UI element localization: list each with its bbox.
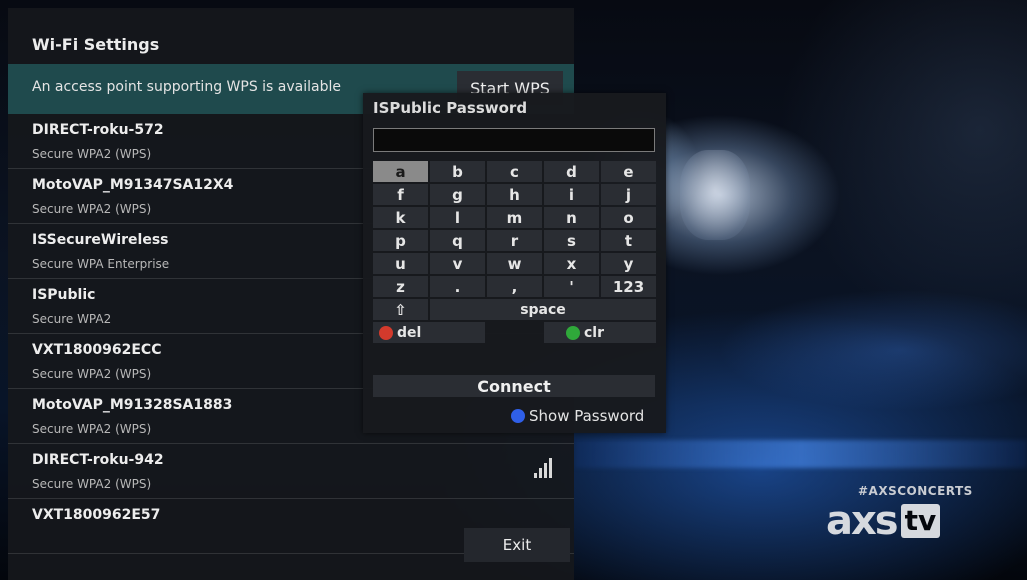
video-stage-lights: [575, 440, 1027, 468]
key-g[interactable]: g: [430, 184, 485, 205]
key-d[interactable]: d: [544, 161, 599, 182]
signal-strength-icon: [534, 458, 554, 478]
key-period[interactable]: .: [430, 276, 485, 297]
network-name: MotoVAP_M91328SA1883: [32, 397, 233, 413]
panel-title: Wi-Fi Settings: [32, 35, 160, 54]
red-button-icon: [379, 325, 393, 340]
wps-message: An access point supporting WPS is availa…: [32, 79, 341, 95]
key-k[interactable]: k: [373, 207, 428, 228]
key-x[interactable]: x: [544, 253, 599, 274]
network-name: ISSecureWireless: [32, 232, 169, 248]
network-security: Secure WPA Enterprise: [32, 257, 170, 271]
network-name: ISPublic: [32, 287, 96, 303]
key-l[interactable]: l: [430, 207, 485, 228]
key-n[interactable]: n: [544, 207, 599, 228]
channel-logo: axs tv: [826, 498, 941, 544]
key-q[interactable]: q: [430, 230, 485, 251]
key-o[interactable]: o: [601, 207, 656, 228]
network-name: DIRECT-roku-572: [32, 122, 164, 138]
show-password-toggle[interactable]: Show Password: [511, 407, 644, 425]
key-y[interactable]: y: [601, 253, 656, 274]
key-p[interactable]: p: [373, 230, 428, 251]
green-button-icon: [566, 325, 580, 340]
password-input[interactable]: [373, 128, 655, 152]
key-a[interactable]: a: [373, 161, 428, 182]
network-security: Secure WPA2: [32, 312, 112, 326]
clr-label: clr: [584, 324, 605, 341]
shift-icon[interactable]: ⇧: [373, 299, 428, 320]
key-e[interactable]: e: [601, 161, 656, 182]
key-j[interactable]: j: [601, 184, 656, 205]
network-security: Secure WPA2 (WPS): [32, 367, 152, 381]
key-s[interactable]: s: [544, 230, 599, 251]
network-name: MotoVAP_M91347SA12X4: [32, 177, 234, 193]
password-dialog: ISPublic Password abcde fghij klmno pqrst uv…: [363, 93, 666, 433]
key-u[interactable]: u: [373, 253, 428, 274]
key-c[interactable]: c: [487, 161, 542, 182]
clr-key[interactable]: clr: [544, 322, 656, 343]
logo-text: axs: [826, 498, 899, 544]
key-v[interactable]: v: [430, 253, 485, 274]
key-h[interactable]: h: [487, 184, 542, 205]
network-security: Secure WPA2 (WPS): [32, 422, 152, 436]
exit-button[interactable]: Exit: [464, 528, 570, 562]
video-face-projection: [680, 150, 750, 240]
key-z[interactable]: z: [373, 276, 428, 297]
hashtag: #AXSCONCERTS: [858, 484, 973, 498]
network-name: VXT1800962E57: [32, 507, 161, 523]
key-b[interactable]: b: [430, 161, 485, 182]
blue-button-icon: [511, 409, 525, 423]
key-123[interactable]: 123: [601, 276, 656, 297]
key-apostrophe[interactable]: ': [544, 276, 599, 297]
key-m[interactable]: m: [487, 207, 542, 228]
key-r[interactable]: r: [487, 230, 542, 251]
network-row[interactable]: DIRECT-roku-942 Secure WPA2 (WPS): [8, 444, 574, 499]
network-security: Secure WPA2 (WPS): [32, 477, 152, 491]
del-key[interactable]: del: [373, 322, 485, 343]
key-w[interactable]: w: [487, 253, 542, 274]
key-f[interactable]: f: [373, 184, 428, 205]
del-label: del: [397, 324, 422, 341]
key-t[interactable]: t: [601, 230, 656, 251]
connect-button[interactable]: Connect: [373, 375, 655, 397]
network-name: VXT1800962ECC: [32, 342, 162, 358]
space-key[interactable]: space: [430, 299, 656, 320]
key-i[interactable]: i: [544, 184, 599, 205]
key-comma[interactable]: ,: [487, 276, 542, 297]
dialog-title: ISPublic Password: [373, 99, 528, 117]
show-password-label: Show Password: [529, 407, 645, 425]
network-security: Secure WPA2 (WPS): [32, 202, 152, 216]
network-name: DIRECT-roku-942: [32, 452, 164, 468]
network-security: Secure WPA2 (WPS): [32, 147, 152, 161]
logo-box: tv: [900, 504, 941, 538]
